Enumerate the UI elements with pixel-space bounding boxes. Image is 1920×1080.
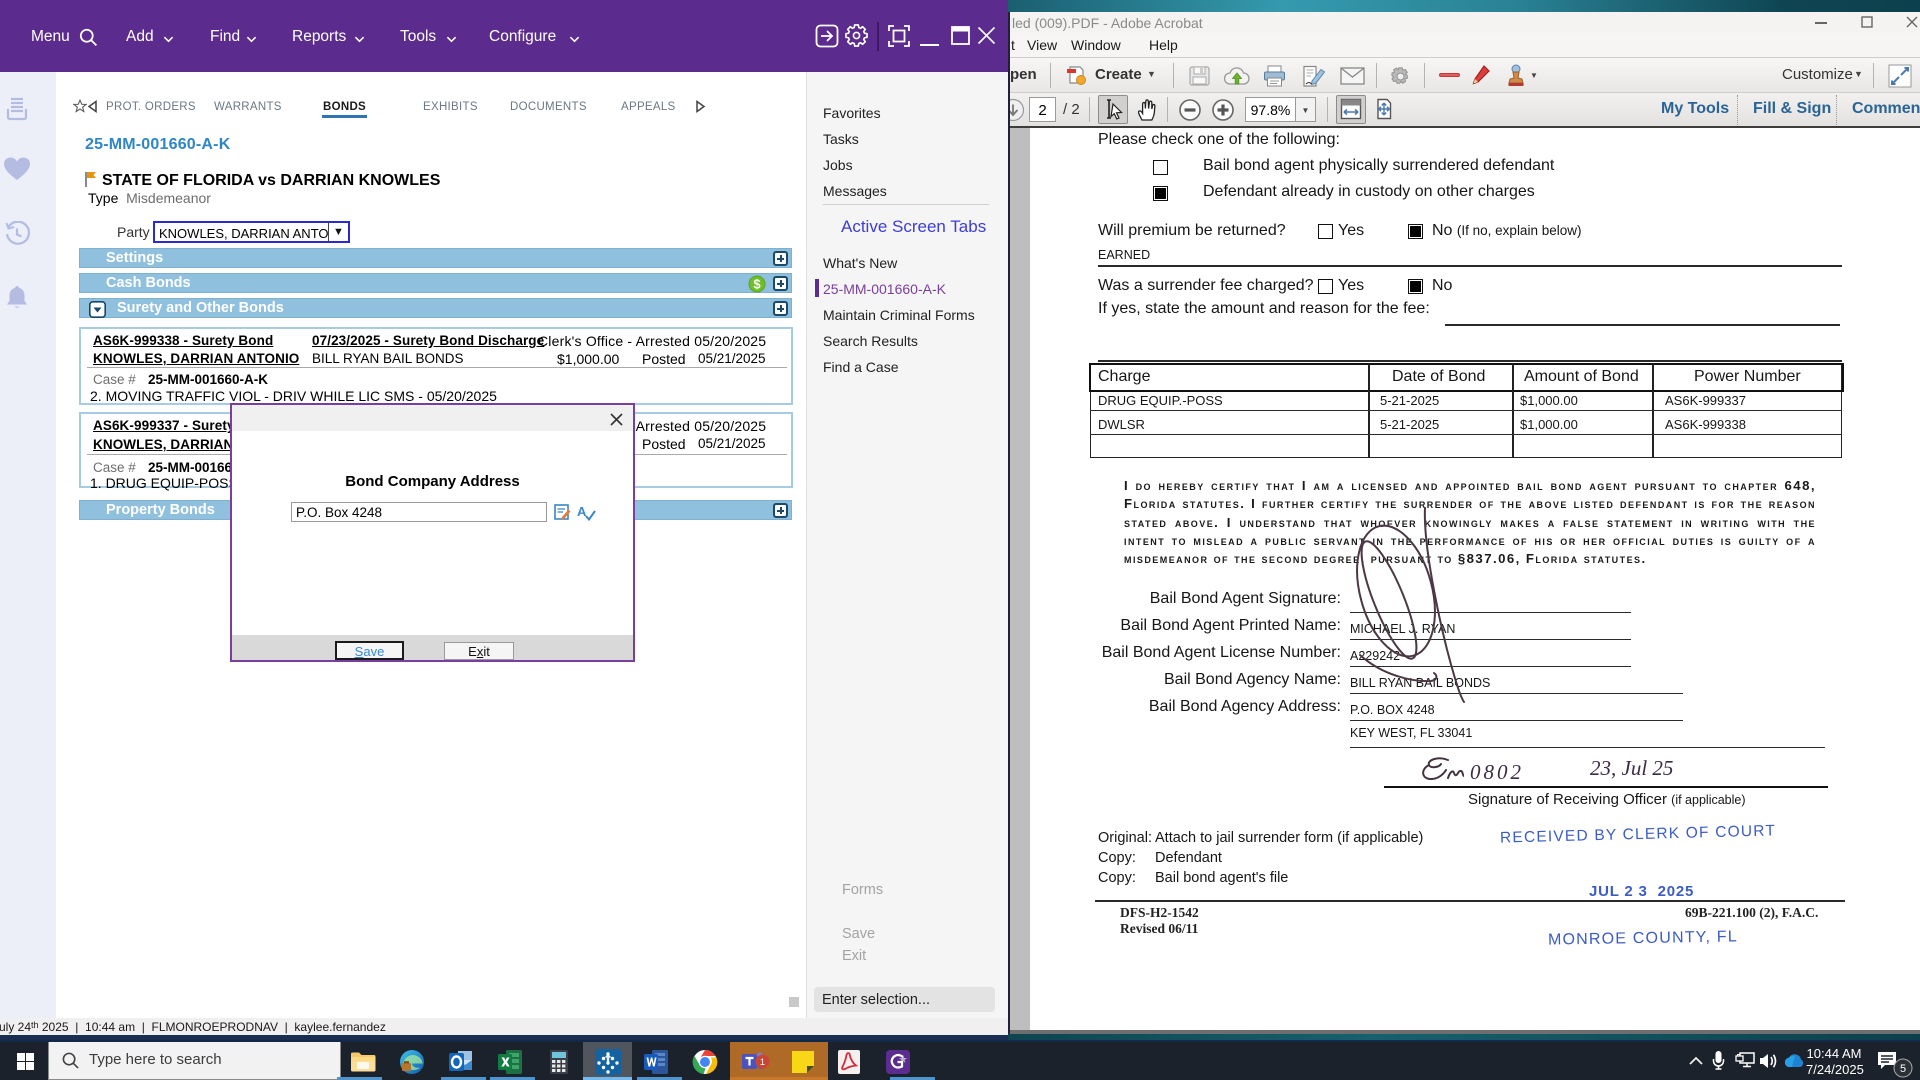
svg-text:5: 5 <box>1900 1063 1906 1075</box>
svg-text:$: $ <box>753 277 761 292</box>
svg-text:1: 1 <box>760 1057 765 1067</box>
